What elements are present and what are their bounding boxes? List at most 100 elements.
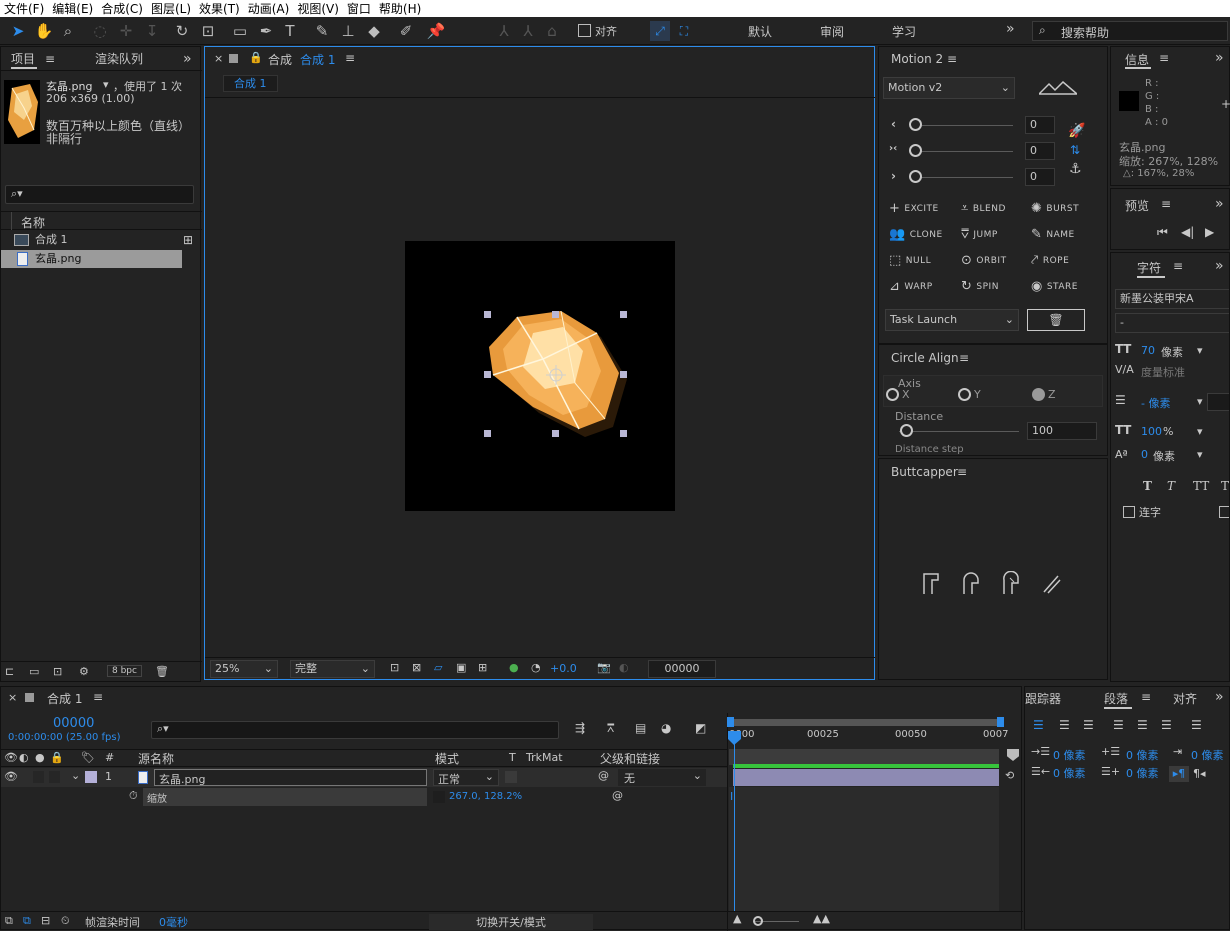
distance-slider-knob[interactable] xyxy=(900,424,913,437)
audio-switch-icon[interactable]: ◐ xyxy=(19,751,29,764)
current-timecode[interactable]: 00000 xyxy=(53,716,94,731)
tab-render-queue[interactable]: 渲染队列 xyxy=(95,47,143,71)
resolution-select[interactable]: 完整 ⌄ xyxy=(290,660,375,678)
snapshot-icon[interactable]: 📷 xyxy=(597,661,611,674)
snap-features-icon[interactable]: ⛶ xyxy=(674,21,694,41)
task-launch-select[interactable]: Task Launch ⌄ xyxy=(885,309,1019,331)
label-tag-icon[interactable]: 🏷 xyxy=(81,751,95,764)
null-button[interactable]: ⬚ NULL xyxy=(889,253,931,268)
transform-handle[interactable] xyxy=(552,430,559,437)
toggle-switches-modes-button[interactable]: 切换开关/模式 xyxy=(429,914,593,930)
project-settings-icon[interactable]: ⚙ xyxy=(79,665,89,678)
panel-menu-icon[interactable]: ≡ xyxy=(959,351,969,365)
baseline-shift-value[interactable]: 0 xyxy=(1141,448,1148,461)
work-area-end-handle[interactable] xyxy=(997,717,1004,727)
comp-button-icon[interactable]: ⟲ xyxy=(1005,769,1014,782)
spin-button[interactable]: ↻ SPIN xyxy=(961,279,999,294)
chevron-down-icon[interactable]: ▾ xyxy=(1197,395,1203,408)
pen-tool-icon[interactable]: ✒ xyxy=(256,21,276,41)
source-name-header[interactable]: 源名称 xyxy=(138,750,174,767)
layer-search-input[interactable]: ⌕▾ xyxy=(151,721,559,739)
faux-italic-button[interactable]: T xyxy=(1167,479,1175,493)
motion-version-select[interactable]: Motion v2 ⌄ xyxy=(883,77,1015,99)
tab-preview[interactable]: 预览 xyxy=(1125,197,1149,214)
color-management-icon[interactable]: ◔ xyxy=(531,661,541,674)
workspace-review[interactable]: 审阅 xyxy=(820,23,844,40)
keyframe-i-beam-icon[interactable]: I xyxy=(730,790,733,803)
tab-character[interactable]: 字符 xyxy=(1137,259,1161,276)
swap-icon[interactable]: ⇅ xyxy=(1070,143,1080,157)
in-out-icon[interactable]: ⊟ xyxy=(41,914,50,927)
transform-handle[interactable] xyxy=(620,371,627,378)
zoom-out-icon[interactable]: ▲ xyxy=(733,912,741,925)
breadcrumb-comp[interactable]: 合成 1 xyxy=(223,75,278,92)
ease-in-value[interactable]: 0 xyxy=(1025,116,1055,134)
stare-button[interactable]: ◉ STARE xyxy=(1031,279,1078,294)
menu-edit[interactable]: 编辑(E) xyxy=(48,0,97,17)
timeline-tab-name[interactable]: 合成 1 xyxy=(47,690,82,707)
align-center-icon[interactable]: ☰ xyxy=(1059,718,1070,732)
trkmat-header[interactable]: TrkMat xyxy=(526,751,563,764)
transform-handle[interactable] xyxy=(484,311,491,318)
puppet-pin-tool-icon[interactable]: 📌 xyxy=(426,21,446,41)
space-after-value[interactable]: 0 像素 xyxy=(1126,765,1159,781)
show-snapshot-icon[interactable]: ◐ xyxy=(619,661,629,674)
expression-pickwhip-icon[interactable]: @ xyxy=(612,789,623,802)
bit-depth-button[interactable]: 8 bpc xyxy=(107,665,142,677)
work-area-start-handle[interactable] xyxy=(727,717,734,727)
composition-flowchart-icon[interactable]: ⇶ xyxy=(575,721,585,735)
panel-menu-icon[interactable]: ≡ xyxy=(1173,259,1183,273)
workspace-default[interactable]: 默认 xyxy=(748,23,772,40)
faux-bold-button[interactable]: T xyxy=(1143,479,1152,493)
excite-button[interactable]: + EXCITE xyxy=(889,201,939,216)
transform-handle[interactable] xyxy=(484,371,491,378)
list-item[interactable]: 合成 1 ⊞ xyxy=(1,231,202,249)
interpret-footage-icon[interactable]: ⊏ xyxy=(5,665,14,678)
tracking-input[interactable] xyxy=(1207,393,1229,411)
play-icon[interactable]: ▶ xyxy=(1205,225,1214,239)
projecting-cap-icon[interactable] xyxy=(1001,571,1023,595)
panel-overflow-icon[interactable]: » xyxy=(1215,689,1224,705)
ease-out-slider-knob[interactable] xyxy=(909,170,922,183)
clone-button[interactable]: 👥 CLONE xyxy=(889,227,943,242)
small-caps-button[interactable]: T xyxy=(1221,479,1229,493)
transform-handle[interactable] xyxy=(484,430,491,437)
hand-tool-icon[interactable]: ✋ xyxy=(34,21,54,41)
stroke-cap-icon[interactable] xyxy=(1041,571,1063,595)
motion2-title[interactable]: Motion 2 xyxy=(891,52,943,66)
grid-guides-icon[interactable]: ⊞ xyxy=(478,661,487,674)
rectangle-tool-icon[interactable]: ▭ xyxy=(230,21,250,41)
mask-path-icon[interactable]: ▱ xyxy=(434,661,442,674)
ease-in-slider-knob[interactable] xyxy=(909,118,922,131)
axis-x-radio[interactable] xyxy=(886,388,899,401)
parent-select[interactable]: 无 ⌄ xyxy=(618,769,706,786)
channel-icon[interactable]: ● xyxy=(509,661,519,674)
kerning-value[interactable]: 度量标准 xyxy=(1141,364,1185,380)
pickwhip-icon[interactable]: @ xyxy=(598,769,609,782)
new-composition-icon[interactable]: ⊡ xyxy=(53,665,62,678)
axis-world-icon[interactable]: ⅄ xyxy=(518,21,538,41)
font-style-select[interactable]: - xyxy=(1115,313,1229,333)
rtl-direction-icon[interactable]: ¶◂ xyxy=(1193,767,1206,780)
roto-brush-tool-icon[interactable]: ✐ xyxy=(396,21,416,41)
menu-view[interactable]: 视图(V) xyxy=(293,0,343,17)
menu-layer[interactable]: 图层(L) xyxy=(147,0,195,17)
help-search-field[interactable]: ⌕ 搜索帮助 xyxy=(1032,21,1228,41)
justify-last-left-icon[interactable]: ☰ xyxy=(1113,718,1124,732)
burst-button[interactable]: ✺ BURST xyxy=(1031,201,1079,216)
layer-duration-bar[interactable] xyxy=(733,769,999,786)
lock-switch-icon[interactable]: 🔒 xyxy=(50,751,64,764)
blend-mode-select[interactable]: 正常 ⌄ xyxy=(433,769,499,786)
tab-align[interactable]: 对齐 xyxy=(1173,690,1197,707)
panel-menu-icon[interactable]: ≡ xyxy=(957,465,967,479)
menu-animation[interactable]: 动画(A) xyxy=(244,0,294,17)
panel-menu-icon[interactable]: ≡ xyxy=(1159,51,1169,65)
tab-paragraph[interactable]: 段落 xyxy=(1104,690,1128,707)
previous-frame-icon[interactable]: ◀| xyxy=(1181,225,1194,239)
panel-menu-icon[interactable]: ≡ xyxy=(45,47,55,71)
graph-editor-icon[interactable]: ◩ xyxy=(695,721,706,735)
pan-camera-icon[interactable]: ✛ xyxy=(116,21,136,41)
fast-preview-icon[interactable]: ⊡ xyxy=(390,661,399,674)
space-before-value[interactable]: 0 像素 xyxy=(1126,747,1159,763)
transfer-controls-icon[interactable]: ⧉ xyxy=(23,914,31,928)
